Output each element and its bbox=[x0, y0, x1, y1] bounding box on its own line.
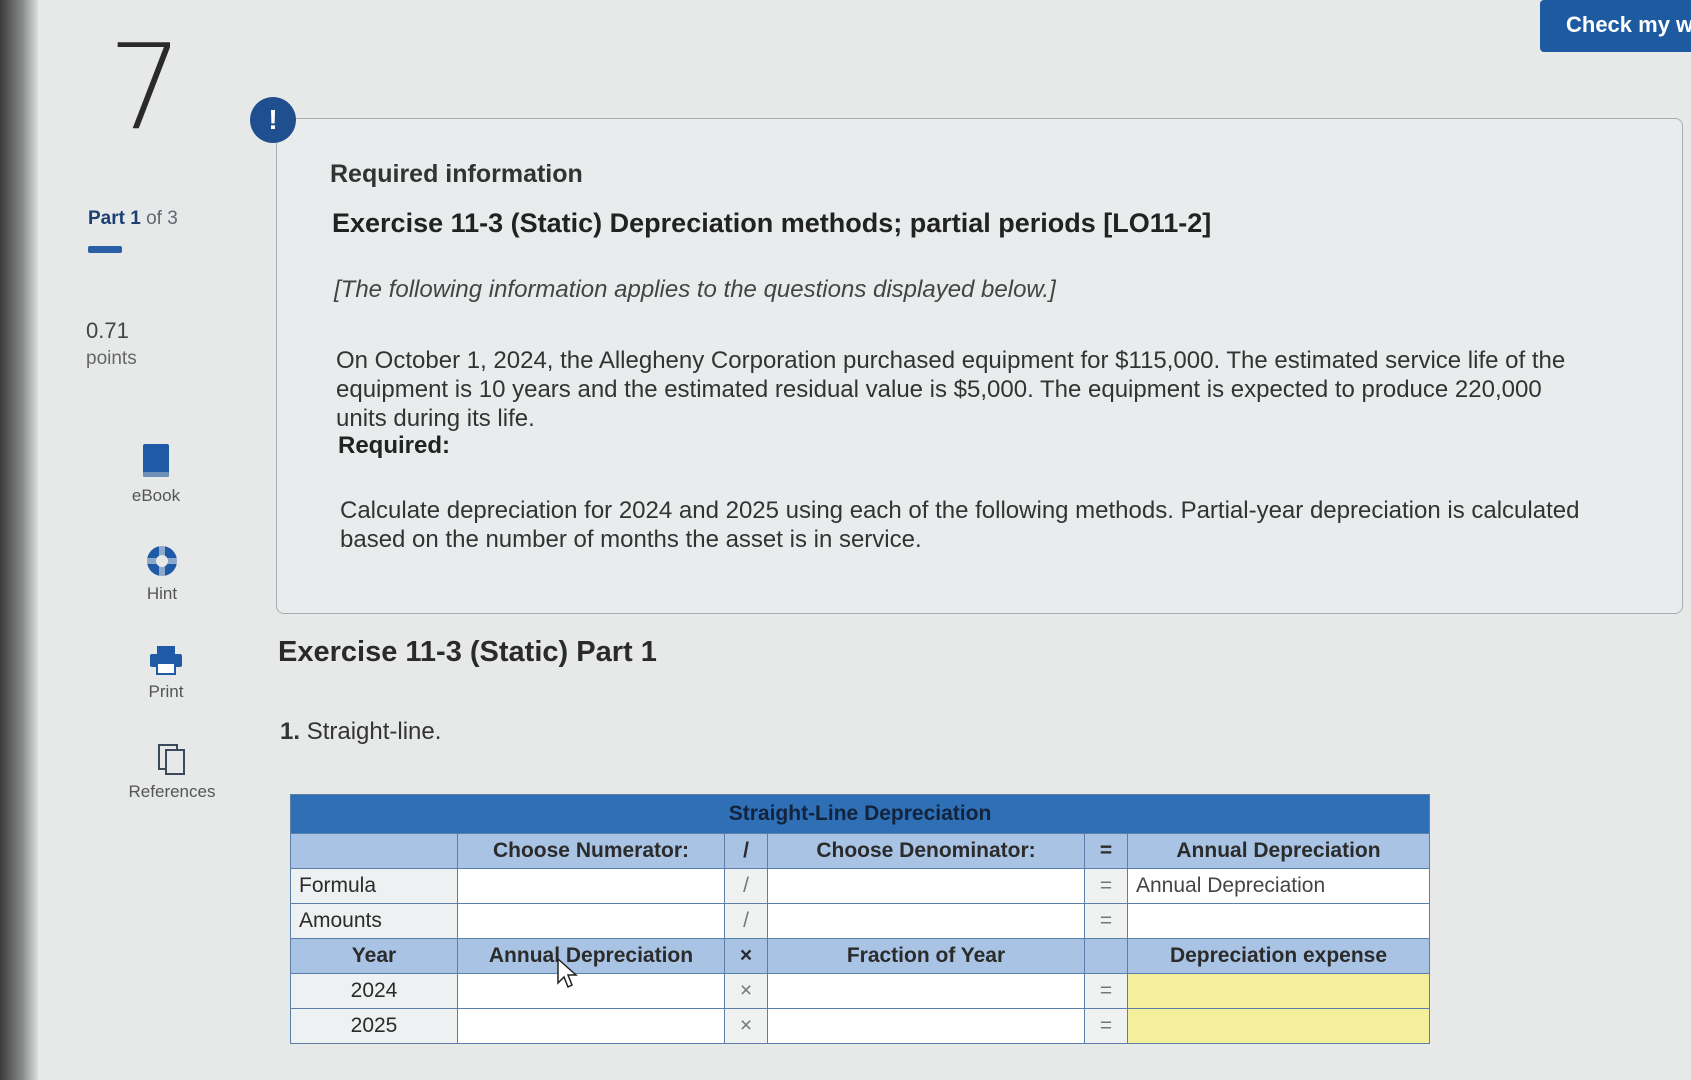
hint-label: Hint bbox=[146, 584, 178, 603]
formula-result: Annual Depreciation bbox=[1127, 868, 1430, 904]
divide-header: / bbox=[724, 833, 768, 869]
fraction-2025-input[interactable] bbox=[767, 1008, 1085, 1044]
formula-label: Formula bbox=[290, 868, 458, 904]
instruction-text: Calculate depreciation for 2024 and 2025… bbox=[340, 497, 1580, 553]
part-title: Exercise 11-3 (Static) Part 1 bbox=[278, 636, 657, 668]
denominator-header: Choose Denominator: bbox=[767, 833, 1085, 869]
expense-2024-input[interactable] bbox=[1127, 973, 1430, 1009]
table-row: 2024 × = bbox=[290, 973, 1430, 1009]
copy-icon bbox=[158, 744, 185, 775]
amount-numerator-input[interactable] bbox=[457, 903, 725, 939]
required-info-title: Required information bbox=[330, 160, 583, 188]
annual-dep-2024-input[interactable] bbox=[457, 973, 725, 1009]
equals-symbol: = bbox=[1084, 973, 1128, 1009]
result-header: Annual Depreciation bbox=[1127, 833, 1430, 869]
times-symbol: × bbox=[724, 973, 768, 1009]
screen-bezel bbox=[0, 0, 38, 1080]
formula-denominator-input[interactable] bbox=[767, 868, 1085, 904]
equals-blank bbox=[1084, 938, 1128, 974]
alert-icon: ! bbox=[250, 97, 296, 143]
method-name: Straight-line. bbox=[306, 718, 442, 745]
method-number: 1. bbox=[280, 718, 301, 745]
question-number: 7 bbox=[108, 18, 184, 156]
ebook-label: eBook bbox=[131, 486, 181, 505]
table-title: Straight-Line Depreciation bbox=[290, 794, 1430, 834]
required-label: Required: bbox=[338, 432, 451, 459]
lifebuoy-icon bbox=[147, 546, 177, 576]
part-label: Part bbox=[88, 208, 125, 229]
points-label: points bbox=[86, 348, 137, 369]
year-2025: 2025 bbox=[290, 1008, 458, 1044]
book-icon bbox=[143, 444, 169, 477]
hint-button[interactable]: Hint bbox=[102, 544, 222, 604]
part-current: 1 bbox=[130, 208, 141, 229]
table-row: 2025 × = bbox=[290, 1008, 1430, 1044]
expense-header: Depreciation expense bbox=[1127, 938, 1430, 974]
numerator-header: Choose Numerator: bbox=[457, 833, 725, 869]
method-heading: 1. Straight-line. bbox=[280, 718, 441, 746]
amount-result-input[interactable] bbox=[1127, 903, 1430, 939]
points-value: 0.71 bbox=[86, 318, 129, 343]
annual-dep-2025-input[interactable] bbox=[457, 1008, 725, 1044]
info-note: [The following information applies to th… bbox=[334, 276, 1056, 303]
amount-denominator-input[interactable] bbox=[767, 903, 1085, 939]
equals-symbol: = bbox=[1084, 903, 1128, 939]
amounts-label: Amounts bbox=[290, 903, 458, 939]
divide-symbol: / bbox=[724, 903, 768, 939]
part-indicator[interactable]: Part 1 of 3 bbox=[88, 208, 178, 230]
printer-icon bbox=[150, 646, 182, 675]
expense-2025-input[interactable] bbox=[1127, 1008, 1430, 1044]
mouse-cursor-icon bbox=[557, 957, 578, 989]
part-progress-bar bbox=[88, 246, 122, 253]
print-label: Print bbox=[148, 682, 184, 701]
problem-paragraph: On October 1, 2024, the Allegheny Corpor… bbox=[336, 347, 1566, 432]
equals-symbol: = bbox=[1084, 1008, 1128, 1044]
year-2024: 2024 bbox=[290, 973, 458, 1009]
annual-dep-header: Annual Depreciation bbox=[457, 938, 725, 974]
straight-line-table: Straight-Line Depreciation Choose Numera… bbox=[290, 794, 1430, 1044]
fraction-header: Fraction of Year bbox=[767, 938, 1085, 974]
year-header: Year bbox=[290, 938, 458, 974]
fraction-2024-input[interactable] bbox=[767, 973, 1085, 1009]
part-of-text: of 3 bbox=[146, 208, 178, 229]
formula-numerator-input[interactable] bbox=[457, 868, 725, 904]
print-button[interactable]: Print bbox=[106, 644, 226, 702]
check-my-work-button[interactable]: Check my w bbox=[1540, 0, 1691, 52]
exercise-title: Exercise 11-3 (Static) Depreciation meth… bbox=[332, 208, 1212, 238]
times-header: × bbox=[724, 938, 768, 974]
divide-symbol: / bbox=[724, 868, 768, 904]
table-row: Amounts / = bbox=[290, 903, 1430, 939]
table-row: Formula / = Annual Depreciation bbox=[290, 868, 1430, 904]
ebook-button[interactable]: eBook bbox=[96, 442, 216, 506]
header-blank bbox=[290, 833, 458, 869]
times-symbol: × bbox=[724, 1008, 768, 1044]
references-button[interactable]: References bbox=[112, 742, 232, 802]
equals-header: = bbox=[1084, 833, 1128, 869]
equals-symbol: = bbox=[1084, 868, 1128, 904]
references-label: References bbox=[128, 782, 216, 801]
